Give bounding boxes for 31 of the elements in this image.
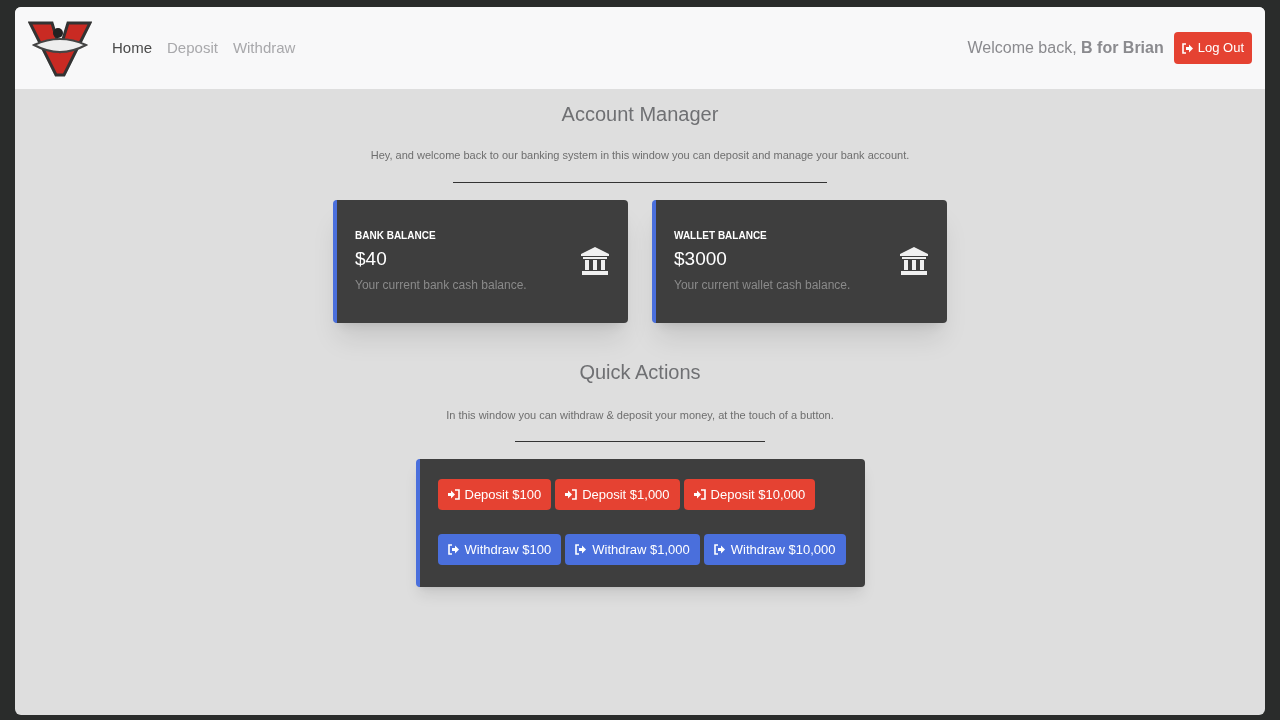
- withdraw-button[interactable]: Withdraw $10,000: [703, 534, 846, 565]
- section-description: In this window you can withdraw & deposit your money, at the touch of a button.: [446, 407, 834, 423]
- withdraw-button[interactable]: Withdraw $100: [437, 534, 562, 565]
- section-title: Quick Actions: [579, 359, 701, 385]
- card-caption: Your current wallet cash balance.: [674, 276, 852, 294]
- logout-button[interactable]: Log Out: [1173, 32, 1252, 64]
- card-label: WALLET BALANCE: [674, 229, 768, 244]
- nav-link[interactable]: Deposit: [167, 36, 218, 60]
- sign-out-icon: [713, 544, 726, 555]
- sign-out-icon: [447, 544, 460, 555]
- bank-icon: [899, 246, 929, 276]
- section-title: Account Manager: [561, 102, 719, 127]
- nav-link[interactable]: Home: [112, 36, 152, 60]
- nav-link[interactable]: Withdraw: [232, 36, 296, 60]
- deposit-button[interactable]: Deposit $1,000: [555, 479, 680, 510]
- deposit-button[interactable]: Deposit $10,000: [683, 479, 816, 510]
- welcome-text: Welcome back, B for Brian: [967, 38, 1164, 58]
- sign-in-icon: [565, 489, 578, 500]
- balance-amount: $40: [355, 247, 388, 272]
- bank-icon: [580, 246, 610, 276]
- sign-out-icon: [1181, 42, 1194, 54]
- card-label: BANK BALANCE: [355, 229, 437, 244]
- deposit-button[interactable]: Deposit $100: [437, 479, 552, 510]
- section-description: Hey, and welcome back to our banking system in this window you can deposit and manage your bank account.: [370, 148, 910, 163]
- balance-amount: $3000: [674, 247, 728, 272]
- sign-in-icon: [447, 489, 460, 500]
- sign-in-icon: [693, 489, 706, 500]
- sign-out-icon: [575, 544, 588, 555]
- withdraw-button[interactable]: Withdraw $1,000: [565, 534, 700, 565]
- card-caption: Your current bank cash balance.: [355, 276, 528, 294]
- v-logo-icon: [28, 19, 92, 77]
